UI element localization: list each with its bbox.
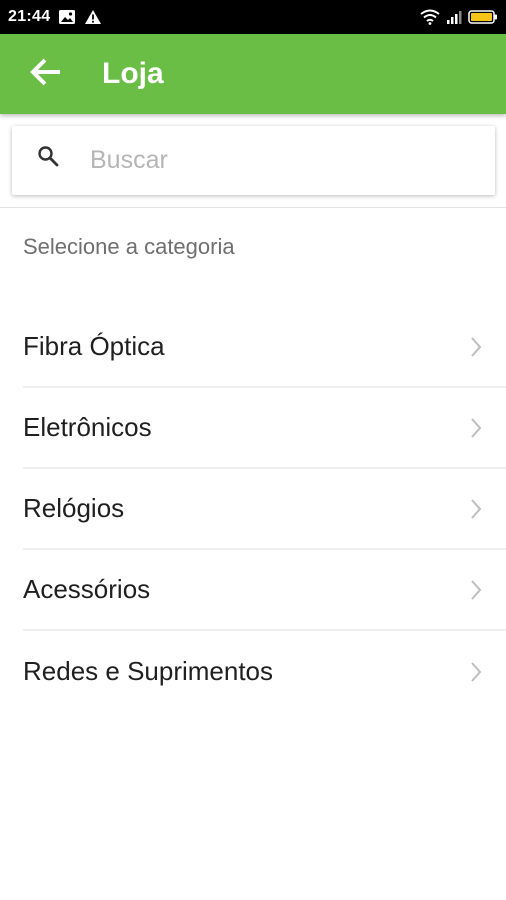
chevron-right-icon xyxy=(464,578,488,602)
search-icon xyxy=(36,144,60,168)
category-label: Relógios xyxy=(23,493,125,523)
divider xyxy=(0,207,506,208)
arrow-left-icon xyxy=(29,57,63,92)
category-label: Fibra Óptica xyxy=(23,331,165,361)
app-bar: Loja xyxy=(0,34,506,114)
image-icon xyxy=(58,9,76,25)
category-item-eletronicos[interactable]: Eletrônicos xyxy=(23,388,506,469)
page-title: Loja xyxy=(102,57,164,90)
category-item-redes-e-suprimentos[interactable]: Redes e Suprimentos xyxy=(23,631,506,712)
search-input[interactable] xyxy=(90,140,470,181)
status-left: 21:44 xyxy=(8,8,102,26)
wifi-icon xyxy=(420,9,440,25)
category-label: Acessórios xyxy=(23,574,151,604)
chevron-right-icon xyxy=(464,660,488,684)
status-time: 21:44 xyxy=(8,8,51,25)
category-item-acessorios[interactable]: Acessórios xyxy=(23,550,506,631)
battery-icon xyxy=(468,9,498,25)
signal-icon xyxy=(446,9,462,25)
status-right xyxy=(420,9,498,25)
back-button[interactable] xyxy=(18,46,74,102)
section-label: Selecione a categoria xyxy=(23,234,235,259)
category-item-relogios[interactable]: Relógios xyxy=(23,469,506,550)
category-list: Fibra Óptica Eletrônicos Relógios Acessó… xyxy=(0,307,506,712)
search-bar[interactable] xyxy=(12,126,495,195)
chevron-right-icon xyxy=(464,497,488,521)
chevron-right-icon xyxy=(464,416,488,440)
alert-icon xyxy=(84,9,102,25)
category-item-fibra-optica[interactable]: Fibra Óptica xyxy=(23,307,506,388)
chevron-right-icon xyxy=(464,335,488,359)
category-label: Eletrônicos xyxy=(23,412,152,442)
status-bar: 21:44 xyxy=(0,0,506,34)
category-label: Redes e Suprimentos xyxy=(23,656,274,686)
